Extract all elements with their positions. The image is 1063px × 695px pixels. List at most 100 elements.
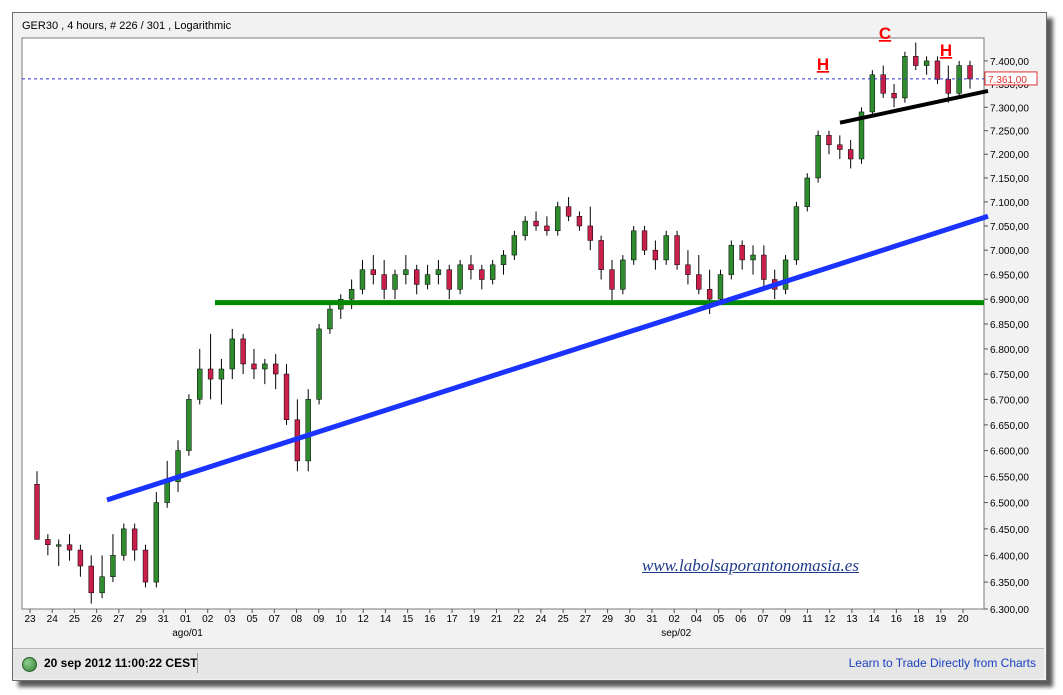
candle-body	[414, 269, 420, 285]
x-tick-label: 02	[669, 614, 681, 625]
x-tick-label: 12	[824, 614, 836, 625]
x-tick-label: 24	[535, 614, 547, 625]
candle-body	[283, 373, 290, 421]
chart-title: GER30 , 4 hours, # 226 / 301 , Logarithm…	[22, 20, 232, 32]
x-tick-label: 23	[24, 614, 36, 625]
status-divider	[197, 653, 198, 673]
x-tick-label: 15	[402, 614, 414, 625]
x-tick-label: 17	[447, 614, 459, 625]
candle-body	[761, 254, 767, 280]
candle-body	[218, 368, 225, 380]
candle-body	[424, 274, 431, 285]
x-tick-label: 24	[47, 614, 59, 625]
x-tick-label: 30	[624, 614, 636, 625]
y-tick-label: 6.600,00	[990, 447, 1029, 458]
x-tick-label: 02	[202, 614, 214, 625]
candle-body	[533, 220, 539, 227]
x-tick-label: 16	[424, 614, 436, 625]
x-axis: 23 24 25 26 27 29 31 01 02 03 05 07 08 09 10 12 14 15 16 17…	[24, 609, 969, 639]
candle-body	[479, 269, 485, 280]
candle-body	[685, 264, 691, 275]
x-tick-label: 16	[891, 614, 903, 625]
candle-body	[511, 235, 518, 256]
y-tick-label: 6.900,00	[990, 295, 1029, 306]
candle-body	[457, 264, 463, 290]
candle-body	[804, 177, 810, 207]
x-tick-label: 31	[646, 614, 658, 625]
y-tick-label: 7.300,00	[990, 103, 1029, 114]
x-tick-label: 03	[224, 614, 236, 625]
y-tick-label: 6.350,00	[990, 578, 1029, 589]
y-tick-label: 6.800,00	[990, 345, 1029, 356]
candle-body	[793, 206, 800, 261]
candle-body	[240, 338, 246, 365]
candle-body	[544, 225, 550, 232]
x-tick-label: 21	[491, 614, 503, 625]
learn-to-trade-link[interactable]: Learn to Trade Directly from Charts	[849, 656, 1036, 670]
candle-body	[565, 206, 572, 217]
x-tick-label: 27	[113, 614, 125, 625]
candle-body	[153, 502, 160, 583]
connection-status-icon	[22, 657, 37, 672]
candle-body	[869, 74, 876, 113]
x-tick-label: 29	[136, 614, 148, 625]
x-tick-label: 01	[180, 614, 192, 625]
x-tick-label: 13	[846, 614, 858, 625]
x-tick-label: 25	[558, 614, 570, 625]
y-tick-label: 6.300,00	[990, 605, 1029, 616]
current-price-label: 7.361,00	[988, 75, 1027, 86]
candle-body	[186, 399, 192, 451]
candle-body	[728, 245, 735, 275]
pattern-label: C	[879, 24, 891, 43]
x-tick-label: 20	[957, 614, 969, 625]
y-tick-label: 6.550,00	[990, 472, 1029, 483]
x-tick-label: 14	[380, 614, 392, 625]
candle-body	[587, 225, 593, 241]
candle-body	[229, 338, 235, 370]
candle-body	[826, 135, 832, 146]
y-tick-label: 6.650,00	[990, 421, 1029, 432]
candle-body	[348, 289, 355, 300]
candle-body	[251, 363, 257, 370]
y-tick-label: 7.250,00	[990, 127, 1029, 138]
candle-body	[110, 555, 116, 577]
plot-area	[21, 37, 985, 610]
watermark-link[interactable]: www.labolsaporantonomasia.es	[642, 556, 859, 576]
candle-body	[598, 240, 604, 270]
x-tick-label: 18	[913, 614, 925, 625]
candle-body	[891, 93, 897, 99]
candle-body	[609, 269, 615, 290]
x-tick-label: 29	[602, 614, 614, 625]
y-tick-label: 7.100,00	[990, 198, 1029, 209]
x-major-label: sep/02	[661, 628, 691, 639]
price-chart[interactable]: 6.300,00 6.350,00 6.400,00 6.450,00 6.500,00…	[0, 0, 1063, 695]
candle-body	[142, 549, 149, 583]
candle-body	[782, 259, 789, 290]
candle-body	[934, 60, 941, 80]
y-tick-label: 6.450,00	[990, 525, 1029, 536]
candle-body	[630, 230, 637, 261]
candle-body	[641, 230, 648, 251]
candle-body	[305, 399, 311, 462]
candle-body	[696, 274, 702, 290]
candle-body	[717, 274, 724, 300]
x-tick-label: 08	[291, 614, 303, 625]
x-tick-label: 10	[335, 614, 347, 625]
y-tick-label: 6.700,00	[990, 395, 1029, 406]
x-tick-label: 05	[247, 614, 259, 625]
candle-body	[381, 274, 387, 290]
candle-body	[663, 235, 669, 261]
candle-body	[99, 576, 105, 594]
candle-body	[207, 368, 214, 380]
x-tick-label: 07	[269, 614, 281, 625]
y-tick-label: 6.400,00	[990, 551, 1029, 562]
candle-body	[316, 328, 322, 400]
candle-body	[370, 269, 377, 275]
candle-body	[403, 269, 409, 275]
candle-body	[522, 220, 528, 236]
x-tick-label: 09	[313, 614, 325, 625]
candle-body	[837, 144, 843, 150]
x-tick-label: 27	[580, 614, 592, 625]
candle-body	[750, 254, 756, 261]
candle-body	[435, 269, 442, 275]
